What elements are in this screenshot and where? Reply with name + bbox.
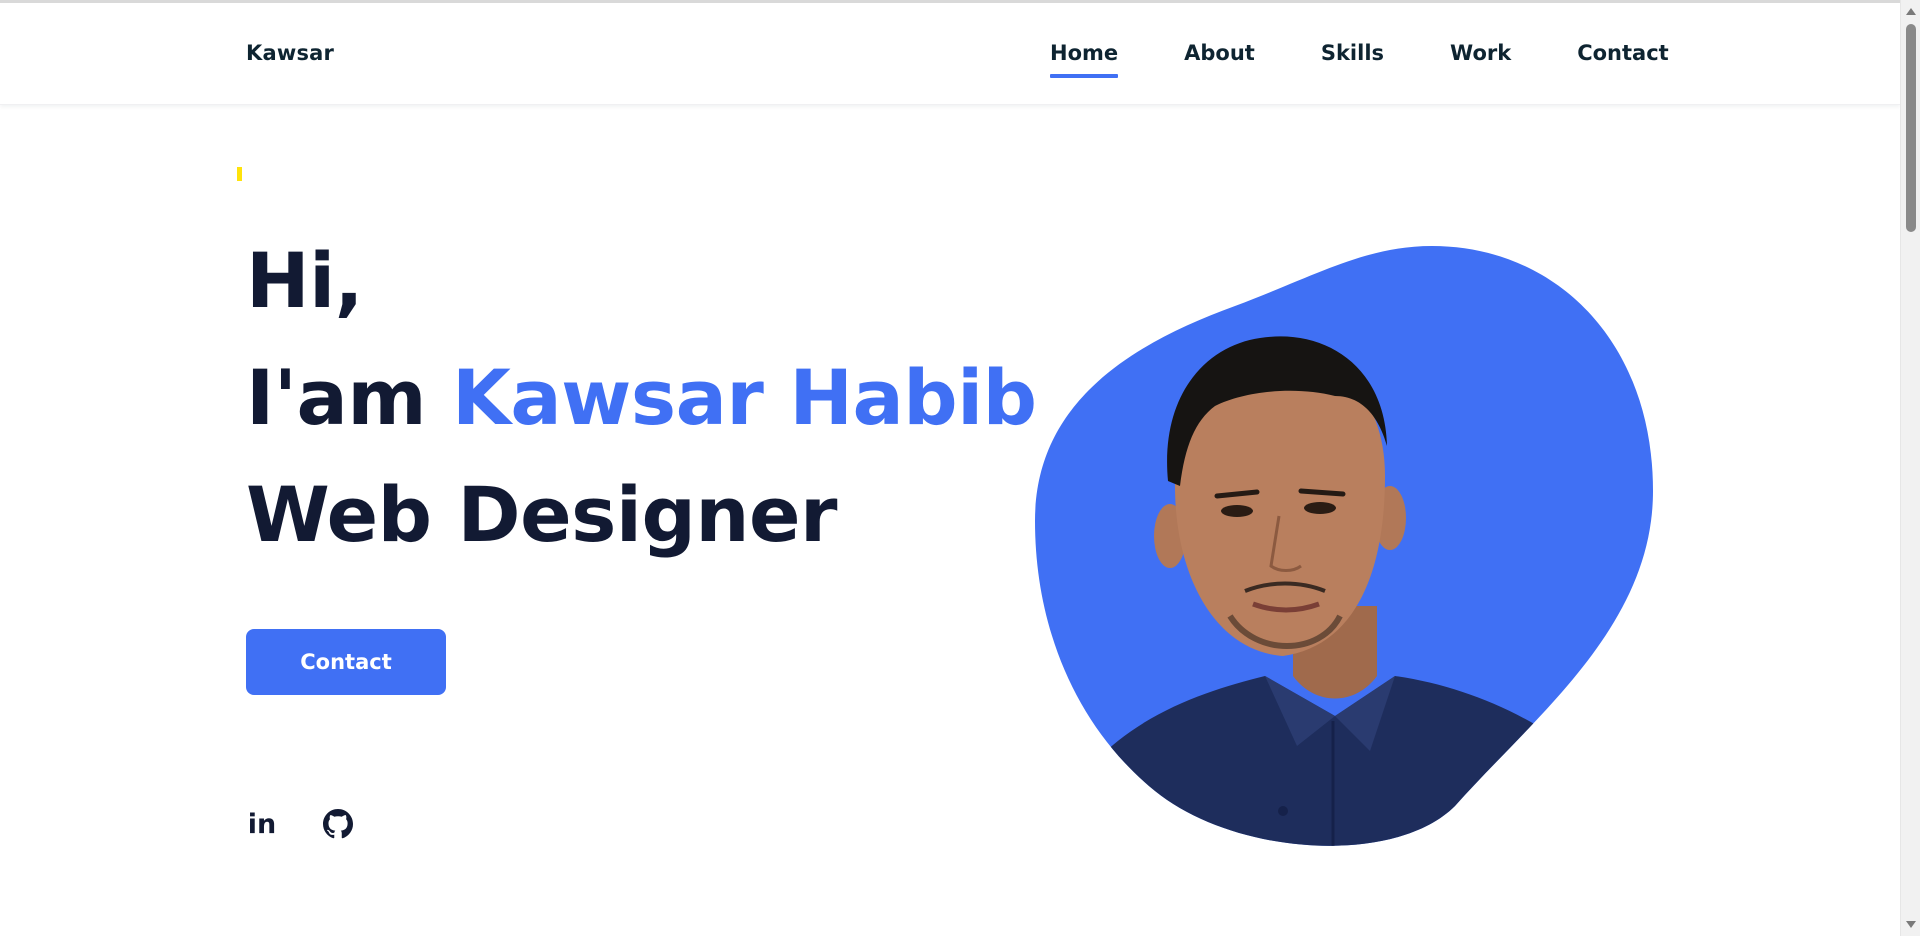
hero-role: Web Designer xyxy=(246,470,837,559)
profile-photo xyxy=(1035,246,1653,846)
linkedin-link[interactable]: in xyxy=(246,808,278,840)
text-cursor-marker xyxy=(237,167,242,181)
vertical-scrollbar[interactable] xyxy=(1900,0,1920,936)
hero-greeting: Hi, xyxy=(246,236,364,325)
hero-intro: I'am Kawsar Habib xyxy=(246,360,1037,436)
linkedin-icon: in xyxy=(247,808,277,840)
main-nav: Home About Skills Work Contact xyxy=(1050,41,1669,78)
profile-image-blob xyxy=(1035,246,1655,848)
site-header: Kawsar Home About Skills Work Contact xyxy=(0,3,1900,105)
hero-intro-prefix: I'am xyxy=(246,353,452,442)
hero-name: Kawsar Habib xyxy=(451,353,1037,442)
social-links: in xyxy=(246,808,398,840)
site-logo[interactable]: Kawsar xyxy=(246,41,334,65)
scroll-thumb[interactable] xyxy=(1906,24,1916,232)
github-icon xyxy=(323,809,353,839)
nav-about[interactable]: About xyxy=(1184,41,1255,65)
nav-contact[interactable]: Contact xyxy=(1577,41,1669,65)
nav-home[interactable]: Home xyxy=(1050,41,1119,78)
contact-button[interactable]: Contact xyxy=(246,629,446,695)
scroll-down-icon[interactable] xyxy=(1906,921,1916,928)
nav-work[interactable]: Work xyxy=(1450,41,1511,65)
nav-skills[interactable]: Skills xyxy=(1321,41,1384,65)
github-link[interactable] xyxy=(322,808,354,840)
page-viewport: Kawsar Home About Skills Work Contact Hi… xyxy=(0,0,1900,936)
scroll-up-icon[interactable] xyxy=(1906,8,1916,15)
